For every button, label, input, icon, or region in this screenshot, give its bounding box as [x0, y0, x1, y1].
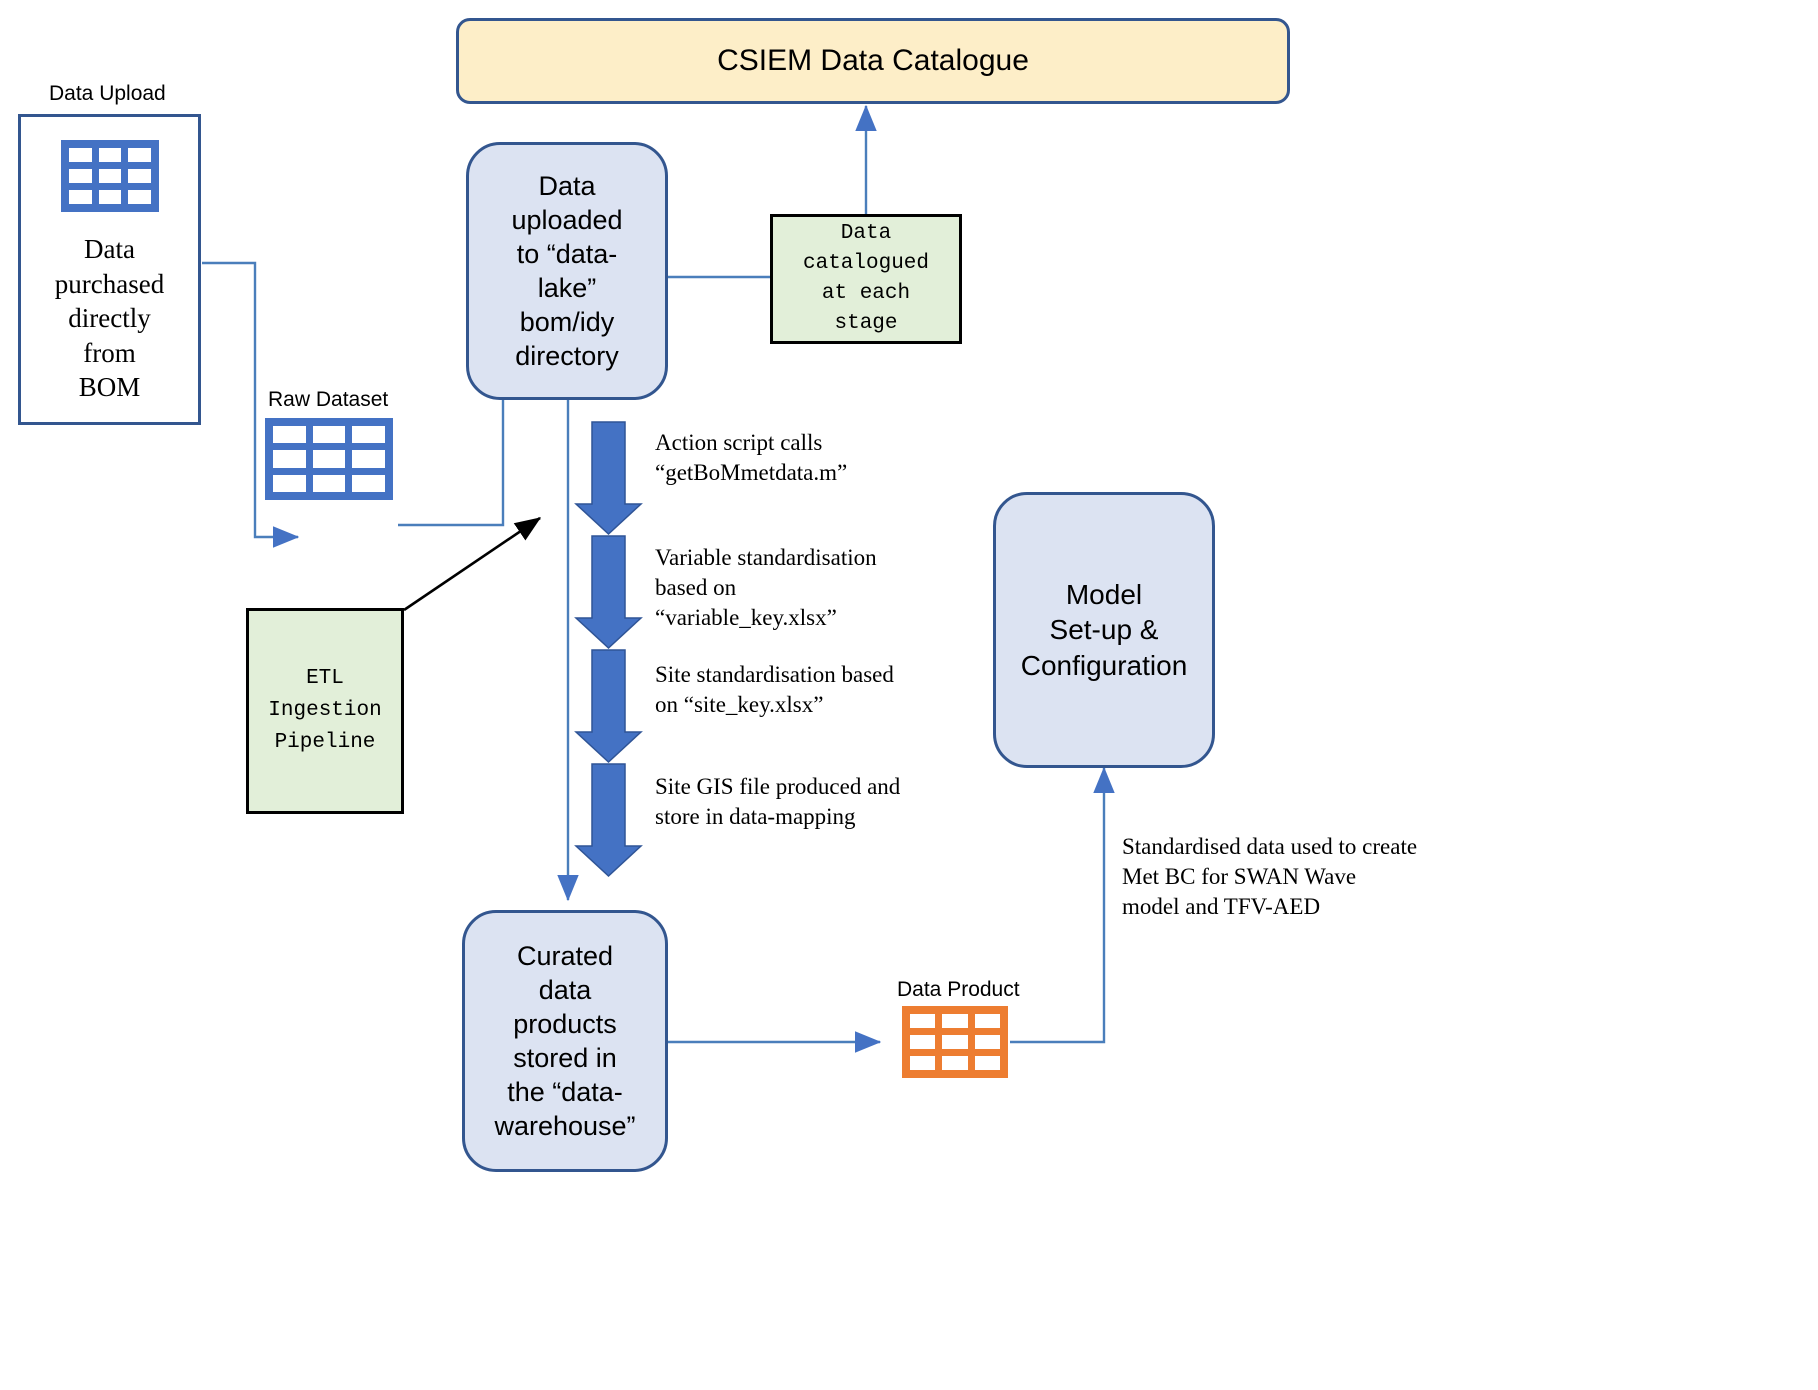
diagram-canvas: CSIEM Data Catalogue Data Upload Data pu…	[0, 0, 1818, 1390]
step-label-3: Site standardisation based on “site_key.…	[655, 662, 894, 717]
table-icon-raw-dataset	[265, 418, 393, 500]
table-icon-data-upload	[61, 140, 159, 212]
step-label-2: Variable standardisation based on “varia…	[655, 545, 877, 630]
raw-dataset-caption: Raw Dataset	[268, 388, 389, 411]
annotation-model-input: Standardised data used to create Met BC …	[1122, 834, 1418, 919]
thick-arrow-1	[574, 421, 643, 536]
process-data-lake-label: Data uploaded to “data- lake” bom/idy di…	[511, 170, 623, 372]
connector-etl-to-pipeline	[403, 516, 542, 612]
thick-arrow-2	[574, 535, 643, 650]
table-icon-data-product	[902, 1006, 1008, 1078]
process-curated-data-products[interactable]: Curated data products stored in the “dat…	[462, 910, 668, 1172]
data-upload-caption: Data Upload	[49, 82, 166, 105]
csiem-data-catalogue-label: CSIEM Data Catalogue	[717, 44, 1029, 77]
process-data-uploaded-to-data-lake[interactable]: Data uploaded to “data- lake” bom/idy di…	[466, 142, 668, 400]
model-setup-label: Model Set-up & Configuration	[1020, 579, 1188, 681]
etl-ingestion-pipeline-label: ETL Ingestion Pipeline	[268, 667, 382, 754]
thick-arrow-4	[574, 763, 643, 878]
step-label-1: Action script calls “getBoMmetdata.m”	[655, 430, 848, 485]
connector-product-to-model	[1010, 766, 1115, 1044]
process-model-setup-configuration[interactable]: Model Set-up & Configuration	[993, 492, 1215, 768]
csiem-data-catalogue-banner[interactable]: CSIEM Data Catalogue	[456, 18, 1290, 104]
data-catalogued-label: Data catalogued at each stage	[802, 222, 930, 335]
curated-data-products-label: Curated data products stored in the “dat…	[494, 940, 636, 1142]
thick-arrow-3	[574, 649, 643, 764]
note-etl-ingestion-pipeline[interactable]: ETL Ingestion Pipeline	[246, 608, 404, 814]
step-label-4: Site GIS file produced and store in data…	[655, 774, 901, 829]
data-upload-body-text: Data purchased directly from BOM	[54, 234, 165, 403]
note-data-catalogued-at-each-stage[interactable]: Data catalogued at each stage	[770, 214, 962, 344]
data-product-caption: Data Product	[897, 978, 1020, 1001]
